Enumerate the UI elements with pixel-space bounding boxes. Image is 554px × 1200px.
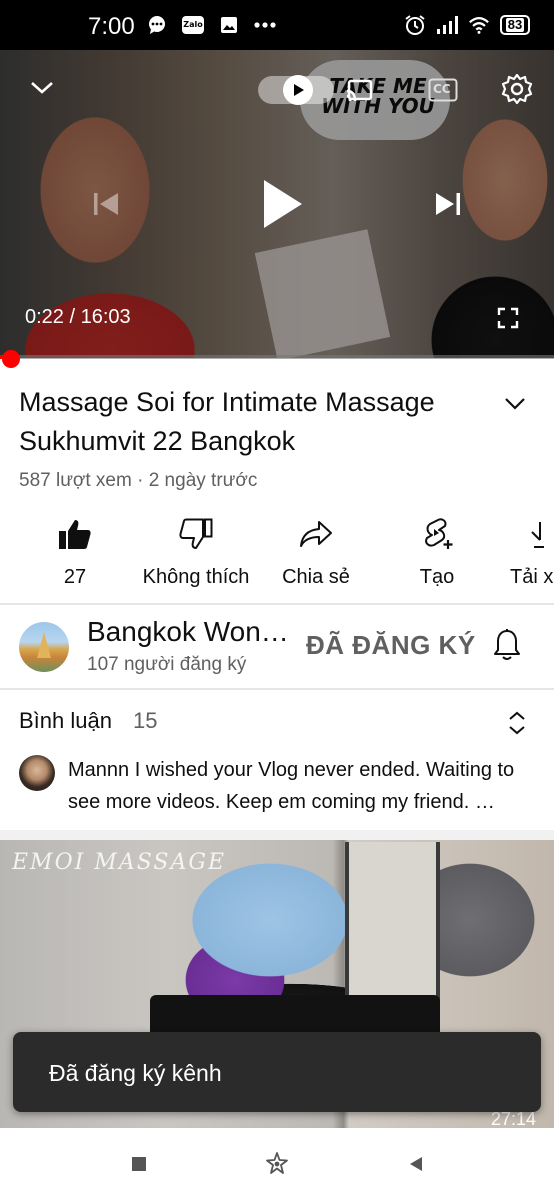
download-button[interactable]: Tải x — [510, 510, 554, 589]
cast-icon[interactable] — [344, 76, 374, 106]
share-button[interactable]: Chia sẻ — [280, 510, 352, 589]
recents-square-icon[interactable] — [125, 1150, 153, 1178]
channel-avatar[interactable] — [19, 622, 69, 672]
expand-comments-icon[interactable] — [506, 710, 528, 736]
back-triangle-icon[interactable] — [402, 1150, 430, 1178]
more-dots-icon — [254, 14, 276, 36]
subscribed-button[interactable]: ĐÃ ĐĂNG KÝ — [306, 630, 476, 661]
previous-video-icon — [88, 186, 124, 222]
comments-count: 15 — [133, 708, 158, 733]
signal-icon — [436, 14, 458, 36]
video-time-readout: 0:22 / 16:03 — [25, 306, 131, 328]
divider — [0, 603, 554, 605]
video-player[interactable]: TAKE ME WITH YOU CC 0:22 / 16:03 — [0, 50, 554, 358]
toast-message: Đã đăng ký kênh — [49, 1060, 222, 1086]
settings-gear-icon[interactable] — [500, 72, 534, 106]
like-count: 27 — [63, 566, 87, 588]
thumbnail-logo-text: EMOI MASSAGE — [12, 850, 226, 875]
play-icon[interactable] — [252, 174, 312, 234]
fullscreen-icon[interactable] — [494, 304, 522, 332]
autoplay-play-icon — [283, 75, 313, 105]
status-time: 7:00 — [88, 13, 135, 40]
top-comment-text[interactable]: Mannn I wished your Vlog never ended. Wa… — [68, 754, 538, 818]
status-system-icons: 83 — [404, 14, 530, 36]
share-arrow-icon — [296, 514, 336, 554]
create-label: Tạo — [419, 566, 455, 588]
download-label: Tải x — [510, 566, 554, 588]
battery-icon: 83 — [500, 15, 530, 35]
channel-name[interactable]: Bangkok Won… — [87, 616, 287, 648]
comments-title[interactable]: Bình luận — [19, 708, 112, 734]
next-video-icon[interactable] — [430, 186, 466, 222]
share-label: Chia sẻ — [282, 566, 350, 588]
video-title[interactable]: Massage Soi for Intimate Massage Sukhumv… — [19, 383, 489, 461]
system-navigation-bar — [0, 1128, 554, 1200]
create-shorts-icon — [417, 514, 457, 554]
divider — [0, 688, 554, 690]
expand-description-chevron-icon[interactable] — [502, 390, 530, 418]
video-progress-thumb[interactable] — [2, 350, 20, 368]
captions-cc-label: CC — [433, 82, 451, 96]
status-notification-icons: Zalo — [146, 14, 276, 36]
minimize-chevron-icon[interactable] — [26, 72, 58, 104]
section-separator — [0, 830, 554, 840]
video-actions-row: 27 Không thích Chia sẻ Tạo Tải x — [0, 510, 554, 600]
thumbs-down-icon — [176, 514, 216, 554]
thumbs-up-icon — [55, 514, 95, 554]
alarm-icon — [404, 14, 426, 36]
chat-bubble-icon — [146, 14, 168, 36]
notification-bell-icon[interactable] — [492, 628, 524, 664]
gallery-icon — [218, 14, 240, 36]
create-button[interactable]: Tạo — [412, 510, 462, 589]
download-icon — [510, 514, 550, 554]
channel-subscriber-count: 107 người đăng ký — [87, 654, 247, 675]
zalo-icon: Zalo — [182, 16, 204, 34]
home-star-icon[interactable] — [263, 1150, 291, 1178]
wifi-icon — [468, 14, 490, 36]
like-button[interactable]: 27 — [56, 510, 94, 589]
video-progress-bar[interactable] — [0, 355, 554, 359]
battery-level: 83 — [505, 17, 525, 32]
status-bar: 7:00 Zalo 83 — [0, 0, 554, 50]
dislike-button[interactable]: Không thích — [138, 510, 254, 589]
commenter-avatar — [19, 755, 55, 791]
dislike-label: Không thích — [142, 566, 250, 588]
captions-cc-icon[interactable]: CC — [428, 78, 458, 102]
next-video-duration: 27:14 — [490, 1109, 536, 1129]
video-meta: 587 lượt xem · 2 ngày trước — [19, 470, 258, 491]
snackbar-toast: Đã đăng ký kênh — [13, 1032, 541, 1112]
